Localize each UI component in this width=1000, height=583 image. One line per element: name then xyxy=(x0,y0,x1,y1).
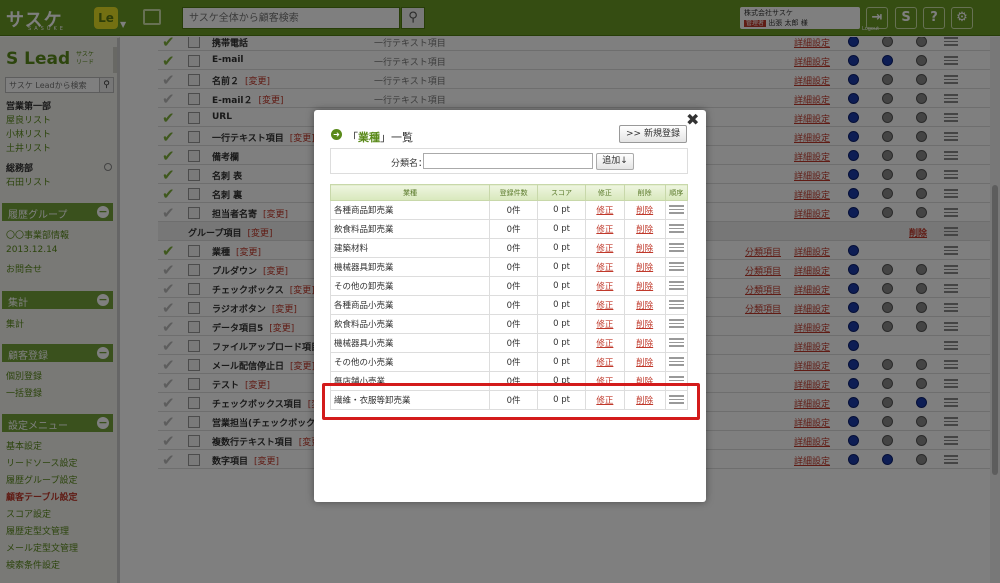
industry-row: 飲食料品小売業 0件 0 pt 修正 削除 xyxy=(329,314,689,334)
drag-handle-icon[interactable] xyxy=(668,319,684,328)
industry-score: 0 pt xyxy=(537,333,586,353)
industry-name: 飲食料品卸売業 xyxy=(329,219,491,239)
industry-row: その他の卸売業 0件 0 pt 修正 削除 xyxy=(329,276,689,296)
order-cell xyxy=(664,295,689,315)
drag-handle-icon[interactable] xyxy=(668,300,684,309)
industry-row: 各種商品小売業 0件 0 pt 修正 削除 xyxy=(329,295,689,315)
industry-score: 0 pt xyxy=(537,200,586,220)
industry-score: 0 pt xyxy=(537,238,586,258)
delete-link[interactable]: 削除 xyxy=(623,276,666,296)
industry-count: 0件 xyxy=(489,295,539,315)
drag-handle-icon[interactable] xyxy=(668,205,684,214)
industry-score: 0 pt xyxy=(537,295,586,315)
order-cell xyxy=(664,352,689,372)
delete-link[interactable]: 削除 xyxy=(623,295,666,315)
col-count: 登録件数 xyxy=(489,184,539,201)
order-cell xyxy=(664,200,689,220)
col-score: スコア xyxy=(537,184,586,201)
drag-handle-icon[interactable] xyxy=(668,357,684,366)
industry-row: 機械器具卸売業 0件 0 pt 修正 削除 xyxy=(329,257,689,277)
industry-count: 0件 xyxy=(489,219,539,239)
order-cell xyxy=(664,314,689,334)
edit-link[interactable]: 修正 xyxy=(584,314,625,334)
delete-link[interactable]: 削除 xyxy=(623,333,666,353)
drag-handle-icon[interactable] xyxy=(668,243,684,252)
col-order: 順序 xyxy=(664,184,689,201)
edit-link[interactable]: 修正 xyxy=(584,295,625,315)
col-industry: 業種 xyxy=(329,184,491,201)
industry-count: 0件 xyxy=(489,276,539,296)
new-register-button[interactable]: >> 新規登録 xyxy=(619,125,687,143)
edit-link[interactable]: 修正 xyxy=(584,219,625,239)
industry-count: 0件 xyxy=(489,333,539,353)
col-delete: 削除 xyxy=(623,184,666,201)
edit-link[interactable]: 修正 xyxy=(584,257,625,277)
category-name-label: 分類名： xyxy=(391,159,428,169)
industry-count: 0件 xyxy=(489,352,539,372)
add-button[interactable]: 追加↓ xyxy=(596,153,634,170)
edit-link[interactable]: 修正 xyxy=(584,333,625,353)
drag-handle-icon[interactable] xyxy=(668,338,684,347)
delete-link[interactable]: 削除 xyxy=(623,238,666,258)
edit-link[interactable]: 修正 xyxy=(584,200,625,220)
industry-row: 飲食料品卸売業 0件 0 pt 修正 削除 xyxy=(329,219,689,239)
delete-link[interactable]: 削除 xyxy=(623,219,666,239)
modal-title: 「業種」一覧 xyxy=(347,131,413,144)
industry-list-modal: ✖ ➜ 「業種」一覧 >> 新規登録 分類名： 追加↓ 業種 登録件数 スコア … xyxy=(314,110,706,502)
drag-handle-icon[interactable] xyxy=(668,262,684,271)
drag-handle-icon[interactable] xyxy=(668,281,684,290)
delete-link[interactable]: 削除 xyxy=(623,314,666,334)
industry-count: 0件 xyxy=(489,238,539,258)
industry-name: 建築材料 xyxy=(329,238,491,258)
industry-row: 機械器具小売業 0件 0 pt 修正 削除 xyxy=(329,333,689,353)
order-cell xyxy=(664,219,689,239)
delete-link[interactable]: 削除 xyxy=(623,200,666,220)
industry-score: 0 pt xyxy=(537,314,586,334)
close-icon[interactable]: ✖ xyxy=(686,110,699,129)
industry-row: 各種商品卸売業 0件 0 pt 修正 削除 xyxy=(329,200,689,220)
edit-link[interactable]: 修正 xyxy=(584,276,625,296)
arrow-right-icon: ➜ xyxy=(331,129,342,140)
category-name-input[interactable] xyxy=(423,153,593,169)
highlight-box xyxy=(322,383,700,420)
industry-table: 業種 登録件数 スコア 修正 削除 順序 各種商品卸売業 0件 0 pt 修正 削除 飲食… xyxy=(329,184,689,410)
order-cell xyxy=(664,257,689,277)
industry-score: 0 pt xyxy=(537,276,586,296)
industry-name: 機械器具卸売業 xyxy=(329,257,491,277)
col-edit: 修正 xyxy=(584,184,625,201)
industry-name: 各種商品卸売業 xyxy=(329,200,491,220)
edit-link[interactable]: 修正 xyxy=(584,238,625,258)
industry-name: その他の小売業 xyxy=(329,352,491,372)
industry-name: 飲食料品小売業 xyxy=(329,314,491,334)
industry-score: 0 pt xyxy=(537,352,586,372)
industry-name: その他の卸売業 xyxy=(329,276,491,296)
industry-count: 0件 xyxy=(489,314,539,334)
add-category-form: 分類名： 追加↓ xyxy=(330,148,688,174)
industry-row: その他の小売業 0件 0 pt 修正 削除 xyxy=(329,352,689,372)
industry-name: 各種商品小売業 xyxy=(329,295,491,315)
industry-score: 0 pt xyxy=(537,219,586,239)
industry-count: 0件 xyxy=(489,257,539,277)
industry-name: 機械器具小売業 xyxy=(329,333,491,353)
drag-handle-icon[interactable] xyxy=(668,224,684,233)
order-cell xyxy=(664,276,689,296)
order-cell xyxy=(664,333,689,353)
edit-link[interactable]: 修正 xyxy=(584,352,625,372)
industry-score: 0 pt xyxy=(537,257,586,277)
industry-row: 建築材料 0件 0 pt 修正 削除 xyxy=(329,238,689,258)
delete-link[interactable]: 削除 xyxy=(623,352,666,372)
industry-count: 0件 xyxy=(489,200,539,220)
delete-link[interactable]: 削除 xyxy=(623,257,666,277)
order-cell xyxy=(664,238,689,258)
